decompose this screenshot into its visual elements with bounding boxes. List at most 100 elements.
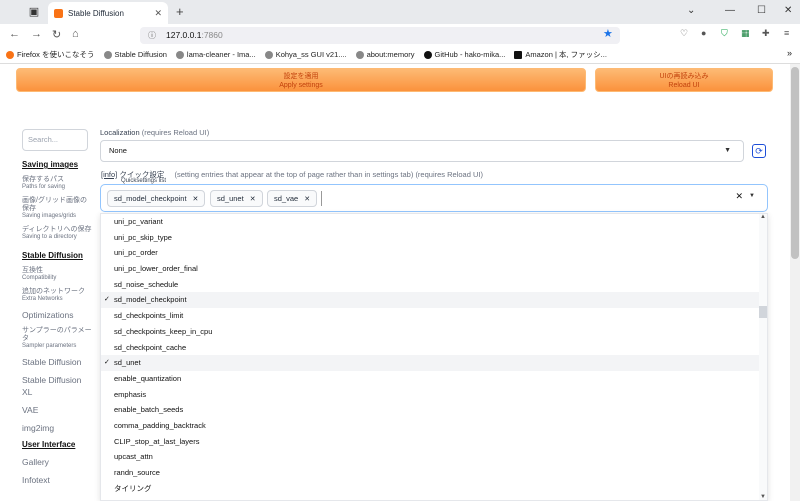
- sidebar-item-saving-images-grids[interactable]: 画像/グリッド画像の保存 Saving images/grids: [22, 197, 92, 220]
- tab-overflow-chevron-icon[interactable]: ⌄: [687, 5, 695, 16]
- dropdown-option-label: sd_checkpoints_keep_in_cpu: [114, 326, 213, 336]
- apply-settings-label-ja: 設定を適用: [283, 73, 319, 80]
- globe-icon: [103, 50, 112, 59]
- url-port: :7860: [201, 30, 223, 40]
- chevron-down-icon[interactable]: ▼: [749, 193, 755, 199]
- dropdown-option[interactable]: enable_batch_seeds: [101, 402, 767, 418]
- firefox-icon: [6, 50, 14, 59]
- extension-green-icon[interactable]: ▦: [741, 28, 750, 39]
- bookmarks-bar: Firefox を使いこなそう Stable Diffusion lama-cl…: [0, 46, 800, 64]
- sidebar-item-gallery[interactable]: Gallery: [22, 456, 92, 468]
- sidebar-item-stable-diffusion[interactable]: Stable Diffusion: [22, 356, 92, 368]
- sidebar-section-user-interface[interactable]: User Interface: [22, 440, 92, 449]
- amazon-icon: [514, 50, 523, 59]
- page-scroll-thumb[interactable]: [791, 67, 799, 259]
- localization-select[interactable]: None ▼: [100, 140, 744, 162]
- bookmark-label: Stable Diffusion: [114, 50, 167, 59]
- dropdown-option[interactable]: uni_pc_order: [101, 245, 767, 261]
- checkmark-icon: ✓: [104, 296, 110, 304]
- sidebar-item-compatibility[interactable]: 互換性 Compatibility: [22, 267, 92, 282]
- reload-icon[interactable]: ↻: [52, 28, 61, 41]
- bookmark-item[interactable]: Kohya_ss GUI v21....: [264, 50, 347, 59]
- localization-requires-note: (requires Reload UI): [141, 128, 210, 137]
- dropdown-scrollbar[interactable]: ▲ ▼: [759, 214, 767, 500]
- pocket-icon[interactable]: ♡: [680, 28, 688, 39]
- sidebar-item-saving-to-directory[interactable]: ディレクトリへの保存 Saving to a directory: [22, 226, 92, 241]
- bookmark-item[interactable]: Firefox を使いこなそう: [6, 49, 95, 60]
- sidebar-item-paths[interactable]: 保存するパス Paths for saving: [22, 176, 92, 191]
- home-icon[interactable]: ⌂: [72, 28, 79, 40]
- sidebar-item-vae[interactable]: VAE: [22, 404, 92, 416]
- dropdown-option[interactable]: uni_pc_variant: [101, 214, 767, 230]
- bookmark-item[interactable]: GitHub - hako-mika...: [423, 50, 505, 59]
- forward-icon[interactable]: →: [31, 28, 42, 40]
- info-link[interactable]: [info]: [101, 170, 117, 179]
- bookmark-item[interactable]: lama-cleaner - Ima...: [175, 50, 256, 59]
- dropdown-option[interactable]: emphasis: [101, 387, 767, 403]
- tab-list-icon[interactable]: ▣: [27, 5, 41, 19]
- maximize-icon[interactable]: ☐: [757, 5, 766, 16]
- dropdown-option[interactable]: sd_checkpoint_cache: [101, 340, 767, 356]
- dropdown-list: uni_pc_variant uni_pc_skip_type uni_pc_ord…: [101, 214, 767, 496]
- page-scrollbar[interactable]: [790, 64, 800, 501]
- bookmark-item[interactable]: Amazon | 本, ファッシ...: [514, 49, 607, 60]
- scroll-up-icon[interactable]: ▲: [760, 214, 766, 220]
- dropdown-option[interactable]: sd_noise_schedule: [101, 277, 767, 293]
- settings-search-input[interactable]: Search...: [22, 129, 88, 151]
- dropdown-option[interactable]: comma_padding_backtrack: [101, 418, 767, 434]
- dropdown-option[interactable]: ✓ sd_model_checkpoint: [101, 292, 767, 309]
- dropdown-option[interactable]: CLIP_stop_at_last_layers: [101, 434, 767, 450]
- dropdown-option-label: enable_quantization: [114, 373, 182, 383]
- dropdown-option-label: タイリング: [114, 483, 152, 493]
- settings-sidebar: Saving images 保存するパス Paths for saving 画像…: [22, 160, 92, 492]
- sidebar-section-saving-images[interactable]: Saving images: [22, 160, 92, 169]
- dropdown-option[interactable]: randn_source: [101, 465, 767, 481]
- dropdown-option[interactable]: uni_pc_lower_order_final: [101, 261, 767, 277]
- extension-shield-icon[interactable]: ⛉: [721, 28, 728, 39]
- dropdown-option[interactable]: sd_checkpoints_keep_in_cpu: [101, 324, 767, 340]
- dropdown-option-label: uni_pc_skip_type: [114, 232, 172, 242]
- sidebar-item-stable-diffusion-xl[interactable]: Stable Diffusion XL: [22, 374, 92, 398]
- chip-label: sd_unet: [217, 194, 244, 203]
- remove-chip-icon[interactable]: ✕: [193, 196, 199, 203]
- back-icon[interactable]: ←: [9, 28, 20, 40]
- quicksettings-multiselect[interactable]: sd_model_checkpoint ✕ sd_unet ✕ sd_vae ✕ ✕ …: [100, 184, 768, 212]
- sidebar-item-img2img[interactable]: img2img: [22, 422, 92, 434]
- minimize-icon[interactable]: —: [725, 5, 735, 16]
- dropdown-option[interactable]: enable_quantization: [101, 371, 767, 387]
- close-window-icon[interactable]: ✕: [784, 5, 792, 16]
- bookmark-item[interactable]: Stable Diffusion: [103, 50, 167, 59]
- extensions-icon[interactable]: ✚: [762, 28, 770, 39]
- bookmark-item[interactable]: about:memory: [355, 50, 415, 59]
- apply-settings-button[interactable]: 設定を適用 Apply settings: [16, 68, 586, 92]
- sidebar-section-stable-diffusion[interactable]: Stable Diffusion: [22, 251, 92, 260]
- sidebar-item-infotext[interactable]: Infotext: [22, 474, 92, 486]
- sidebar-item-extra-networks[interactable]: 追加のネットワーク Extra Networks: [22, 288, 92, 303]
- sidebar-item-optimizations[interactable]: Optimizations: [22, 309, 92, 321]
- dropdown-option-label: sd_model_checkpoint: [114, 295, 187, 305]
- bookmark-star-icon[interactable]: ★: [603, 27, 613, 40]
- dropdown-option[interactable]: タイリング: [101, 481, 767, 497]
- url-bar[interactable]: ⓘ 127.0.0.1:7860: [140, 27, 620, 44]
- refresh-localization-button[interactable]: ⟳: [752, 144, 766, 158]
- dropdown-option[interactable]: upcast_attn: [101, 449, 767, 465]
- dropdown-option-label: uni_pc_lower_order_final: [114, 264, 198, 274]
- dropdown-option[interactable]: uni_pc_skip_type: [101, 230, 767, 246]
- dropdown-option[interactable]: sd_checkpoints_limit: [101, 308, 767, 324]
- reload-ui-button[interactable]: UIの再読み込み Reload UI: [595, 68, 773, 92]
- new-tab-icon[interactable]: +: [176, 4, 184, 19]
- dropdown-scroll-thumb[interactable]: [759, 306, 767, 318]
- browser-tab[interactable]: Stable Diffusion ✕: [48, 2, 168, 24]
- bookmarks-overflow-icon[interactable]: »: [787, 48, 792, 58]
- remove-chip-icon[interactable]: ✕: [304, 196, 310, 203]
- clear-all-icon[interactable]: ✕: [735, 191, 743, 202]
- scroll-down-icon[interactable]: ▼: [760, 494, 766, 500]
- sidebar-item-sampler-parameters[interactable]: サンプラーのパラメータ Sampler parameters: [22, 327, 92, 350]
- dropdown-option[interactable]: ✓ sd_unet: [101, 355, 767, 371]
- account-icon[interactable]: ●: [701, 28, 706, 38]
- tab-close-icon[interactable]: ✕: [154, 8, 162, 19]
- globe-icon: [355, 50, 364, 59]
- page-info-icon[interactable]: ⓘ: [148, 27, 156, 44]
- menu-icon[interactable]: ≡: [784, 28, 789, 38]
- remove-chip-icon[interactable]: ✕: [250, 196, 256, 203]
